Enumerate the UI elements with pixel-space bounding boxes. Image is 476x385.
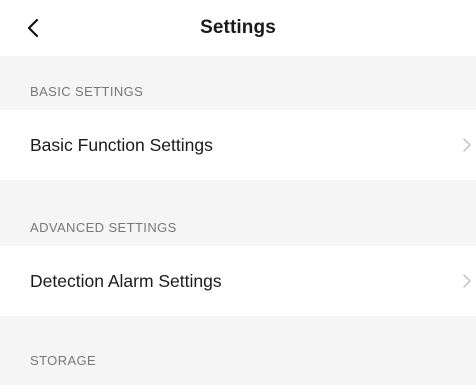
row-label: Basic Function Settings: [30, 135, 213, 155]
top-bar: Settings: [0, 0, 476, 56]
page-title: Settings: [200, 17, 276, 38]
section-header-basic: BASIC SETTINGS: [30, 84, 144, 99]
section-header-advanced: ADVANCED SETTINGS: [30, 220, 177, 235]
chevron-right-icon: [463, 274, 471, 288]
basic-function-settings-row[interactable]: Basic Function Settings: [0, 110, 476, 180]
section-header-storage: STORAGE: [30, 353, 97, 368]
detection-alarm-settings-row[interactable]: Detection Alarm Settings: [0, 246, 476, 316]
row-label: Detection Alarm Settings: [30, 271, 222, 291]
chevron-right-icon: [463, 138, 471, 152]
